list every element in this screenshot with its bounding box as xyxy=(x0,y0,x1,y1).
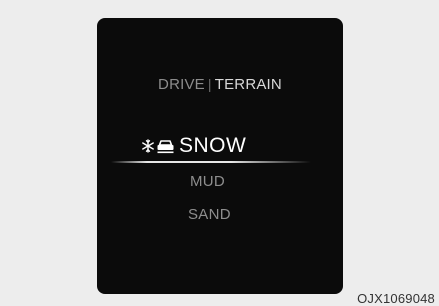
terrain-mode-display: DRIVE | TERRAIN SNOW MUD SAND xyxy=(97,18,343,294)
terrain-option-snow[interactable]: SNOW xyxy=(141,134,246,158)
mode-separator: | xyxy=(207,76,212,92)
terrain-option-label: MUD xyxy=(190,173,226,190)
snowflake-icon xyxy=(142,139,154,153)
image-code: OJX1069048 xyxy=(357,291,435,306)
selection-indicator xyxy=(111,161,311,163)
snow-mode-icons xyxy=(141,139,175,154)
terrain-option-sand[interactable]: SAND xyxy=(188,206,231,223)
terrain-option-label: SNOW xyxy=(179,134,247,157)
drive-mode-label: DRIVE xyxy=(158,76,205,93)
terrain-option-label: SAND xyxy=(188,206,231,223)
terrain-option-mud[interactable]: MUD xyxy=(190,173,225,190)
terrain-mode-label: TERRAIN xyxy=(214,76,282,93)
car-icon xyxy=(157,139,174,153)
mode-header: DRIVE | TERRAIN xyxy=(97,76,343,93)
terrain-mode-list: SNOW MUD SAND xyxy=(97,134,343,244)
